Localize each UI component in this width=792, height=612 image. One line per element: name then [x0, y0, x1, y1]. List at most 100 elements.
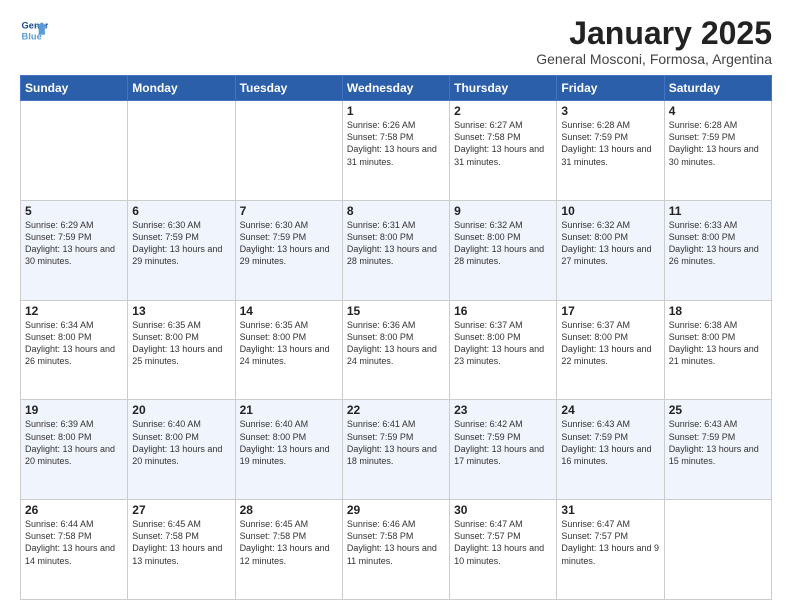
month-title: January 2025: [536, 16, 772, 51]
day-number: 12: [25, 304, 123, 318]
table-row: 21Sunrise: 6:40 AM Sunset: 8:00 PM Dayli…: [235, 400, 342, 500]
day-info: Sunrise: 6:47 AM Sunset: 7:57 PM Dayligh…: [561, 518, 659, 567]
day-number: 24: [561, 403, 659, 417]
day-number: 20: [132, 403, 230, 417]
day-number: 7: [240, 204, 338, 218]
logo: General Blue: [20, 16, 48, 44]
table-row: 2Sunrise: 6:27 AM Sunset: 7:58 PM Daylig…: [450, 101, 557, 201]
day-info: Sunrise: 6:37 AM Sunset: 8:00 PM Dayligh…: [454, 319, 552, 368]
day-number: 11: [669, 204, 767, 218]
day-number: 6: [132, 204, 230, 218]
header-sunday: Sunday: [21, 76, 128, 101]
day-info: Sunrise: 6:33 AM Sunset: 8:00 PM Dayligh…: [669, 219, 767, 268]
table-row: 17Sunrise: 6:37 AM Sunset: 8:00 PM Dayli…: [557, 300, 664, 400]
day-number: 23: [454, 403, 552, 417]
table-row: 24Sunrise: 6:43 AM Sunset: 7:59 PM Dayli…: [557, 400, 664, 500]
day-info: Sunrise: 6:37 AM Sunset: 8:00 PM Dayligh…: [561, 319, 659, 368]
subtitle: General Mosconi, Formosa, Argentina: [536, 51, 772, 67]
table-row: 23Sunrise: 6:42 AM Sunset: 7:59 PM Dayli…: [450, 400, 557, 500]
day-number: 29: [347, 503, 445, 517]
table-row: 30Sunrise: 6:47 AM Sunset: 7:57 PM Dayli…: [450, 500, 557, 600]
day-number: 10: [561, 204, 659, 218]
day-number: 18: [669, 304, 767, 318]
day-number: 2: [454, 104, 552, 118]
calendar-week-row: 12Sunrise: 6:34 AM Sunset: 8:00 PM Dayli…: [21, 300, 772, 400]
day-info: Sunrise: 6:31 AM Sunset: 8:00 PM Dayligh…: [347, 219, 445, 268]
day-info: Sunrise: 6:45 AM Sunset: 7:58 PM Dayligh…: [240, 518, 338, 567]
day-number: 3: [561, 104, 659, 118]
table-row: [21, 101, 128, 201]
table-row: 11Sunrise: 6:33 AM Sunset: 8:00 PM Dayli…: [664, 200, 771, 300]
table-row: [664, 500, 771, 600]
day-info: Sunrise: 6:28 AM Sunset: 7:59 PM Dayligh…: [561, 119, 659, 168]
day-number: 16: [454, 304, 552, 318]
day-number: 26: [25, 503, 123, 517]
day-number: 15: [347, 304, 445, 318]
day-number: 4: [669, 104, 767, 118]
header-thursday: Thursday: [450, 76, 557, 101]
day-info: Sunrise: 6:42 AM Sunset: 7:59 PM Dayligh…: [454, 418, 552, 467]
table-row: 8Sunrise: 6:31 AM Sunset: 8:00 PM Daylig…: [342, 200, 449, 300]
day-info: Sunrise: 6:40 AM Sunset: 8:00 PM Dayligh…: [132, 418, 230, 467]
day-info: Sunrise: 6:46 AM Sunset: 7:58 PM Dayligh…: [347, 518, 445, 567]
table-row: 3Sunrise: 6:28 AM Sunset: 7:59 PM Daylig…: [557, 101, 664, 201]
table-row: 1Sunrise: 6:26 AM Sunset: 7:58 PM Daylig…: [342, 101, 449, 201]
title-block: January 2025 General Mosconi, Formosa, A…: [536, 16, 772, 67]
day-number: 14: [240, 304, 338, 318]
day-info: Sunrise: 6:32 AM Sunset: 8:00 PM Dayligh…: [454, 219, 552, 268]
day-number: 8: [347, 204, 445, 218]
table-row: 29Sunrise: 6:46 AM Sunset: 7:58 PM Dayli…: [342, 500, 449, 600]
table-row: 19Sunrise: 6:39 AM Sunset: 8:00 PM Dayli…: [21, 400, 128, 500]
day-number: 27: [132, 503, 230, 517]
day-info: Sunrise: 6:32 AM Sunset: 8:00 PM Dayligh…: [561, 219, 659, 268]
day-info: Sunrise: 6:27 AM Sunset: 7:58 PM Dayligh…: [454, 119, 552, 168]
day-info: Sunrise: 6:35 AM Sunset: 8:00 PM Dayligh…: [240, 319, 338, 368]
day-number: 19: [25, 403, 123, 417]
table-row: 5Sunrise: 6:29 AM Sunset: 7:59 PM Daylig…: [21, 200, 128, 300]
table-row: 18Sunrise: 6:38 AM Sunset: 8:00 PM Dayli…: [664, 300, 771, 400]
day-number: 5: [25, 204, 123, 218]
calendar-week-row: 1Sunrise: 6:26 AM Sunset: 7:58 PM Daylig…: [21, 101, 772, 201]
day-info: Sunrise: 6:34 AM Sunset: 8:00 PM Dayligh…: [25, 319, 123, 368]
table-row: 26Sunrise: 6:44 AM Sunset: 7:58 PM Dayli…: [21, 500, 128, 600]
day-info: Sunrise: 6:28 AM Sunset: 7:59 PM Dayligh…: [669, 119, 767, 168]
day-info: Sunrise: 6:45 AM Sunset: 7:58 PM Dayligh…: [132, 518, 230, 567]
day-number: 1: [347, 104, 445, 118]
day-info: Sunrise: 6:44 AM Sunset: 7:58 PM Dayligh…: [25, 518, 123, 567]
page: General Blue January 2025 General Moscon…: [0, 0, 792, 612]
day-info: Sunrise: 6:41 AM Sunset: 7:59 PM Dayligh…: [347, 418, 445, 467]
calendar-header-row: Sunday Monday Tuesday Wednesday Thursday…: [21, 76, 772, 101]
table-row: 15Sunrise: 6:36 AM Sunset: 8:00 PM Dayli…: [342, 300, 449, 400]
day-number: 25: [669, 403, 767, 417]
header-friday: Friday: [557, 76, 664, 101]
table-row: 13Sunrise: 6:35 AM Sunset: 8:00 PM Dayli…: [128, 300, 235, 400]
day-info: Sunrise: 6:40 AM Sunset: 8:00 PM Dayligh…: [240, 418, 338, 467]
table-row: 6Sunrise: 6:30 AM Sunset: 7:59 PM Daylig…: [128, 200, 235, 300]
table-row: 16Sunrise: 6:37 AM Sunset: 8:00 PM Dayli…: [450, 300, 557, 400]
table-row: 22Sunrise: 6:41 AM Sunset: 7:59 PM Dayli…: [342, 400, 449, 500]
table-row: 4Sunrise: 6:28 AM Sunset: 7:59 PM Daylig…: [664, 101, 771, 201]
day-number: 22: [347, 403, 445, 417]
day-info: Sunrise: 6:26 AM Sunset: 7:58 PM Dayligh…: [347, 119, 445, 168]
table-row: 10Sunrise: 6:32 AM Sunset: 8:00 PM Dayli…: [557, 200, 664, 300]
day-number: 9: [454, 204, 552, 218]
table-row: 7Sunrise: 6:30 AM Sunset: 7:59 PM Daylig…: [235, 200, 342, 300]
table-row: 27Sunrise: 6:45 AM Sunset: 7:58 PM Dayli…: [128, 500, 235, 600]
day-info: Sunrise: 6:35 AM Sunset: 8:00 PM Dayligh…: [132, 319, 230, 368]
table-row: 9Sunrise: 6:32 AM Sunset: 8:00 PM Daylig…: [450, 200, 557, 300]
day-number: 21: [240, 403, 338, 417]
table-row: [235, 101, 342, 201]
table-row: 28Sunrise: 6:45 AM Sunset: 7:58 PM Dayli…: [235, 500, 342, 600]
day-info: Sunrise: 6:29 AM Sunset: 7:59 PM Dayligh…: [25, 219, 123, 268]
table-row: 12Sunrise: 6:34 AM Sunset: 8:00 PM Dayli…: [21, 300, 128, 400]
day-number: 28: [240, 503, 338, 517]
header-wednesday: Wednesday: [342, 76, 449, 101]
day-info: Sunrise: 6:38 AM Sunset: 8:00 PM Dayligh…: [669, 319, 767, 368]
logo-icon: General Blue: [20, 16, 48, 44]
table-row: 20Sunrise: 6:40 AM Sunset: 8:00 PM Dayli…: [128, 400, 235, 500]
day-info: Sunrise: 6:43 AM Sunset: 7:59 PM Dayligh…: [561, 418, 659, 467]
day-info: Sunrise: 6:47 AM Sunset: 7:57 PM Dayligh…: [454, 518, 552, 567]
day-info: Sunrise: 6:43 AM Sunset: 7:59 PM Dayligh…: [669, 418, 767, 467]
day-number: 13: [132, 304, 230, 318]
table-row: 14Sunrise: 6:35 AM Sunset: 8:00 PM Dayli…: [235, 300, 342, 400]
